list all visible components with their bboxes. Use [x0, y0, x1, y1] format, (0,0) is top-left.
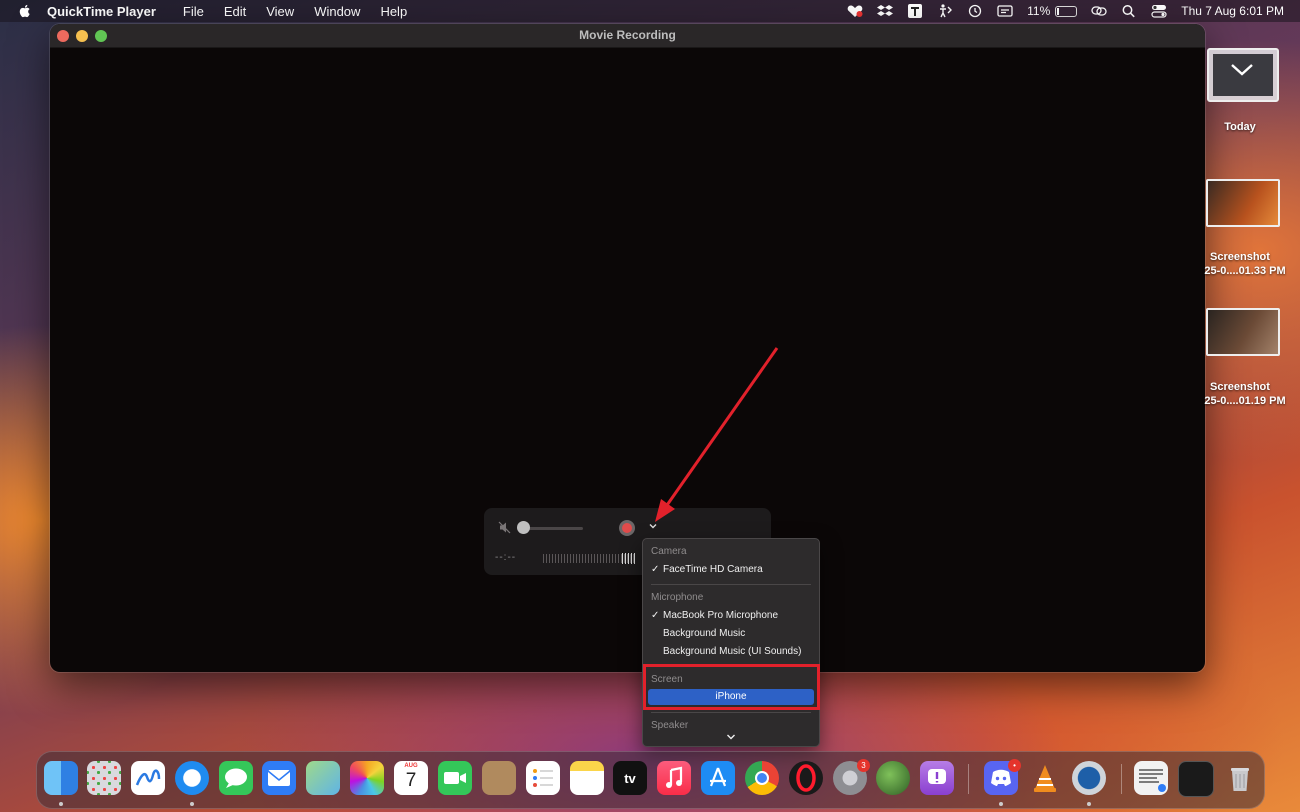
- audio-level-peak: [622, 553, 636, 564]
- checkmark-icon: ✓: [651, 564, 660, 575]
- app-store-icon[interactable]: [701, 761, 735, 795]
- checkmark-icon: ✓: [651, 610, 660, 621]
- battery-icon: [1055, 5, 1078, 17]
- menu-bar: QuickTime Player File Edit View Window H…: [0, 0, 1300, 22]
- contacts-icon[interactable]: [482, 761, 516, 795]
- battery-percent: 11%: [1027, 4, 1051, 18]
- freeform-icon[interactable]: [131, 761, 165, 795]
- tv-label: tv: [624, 771, 636, 786]
- discord-badge: •: [1008, 759, 1021, 772]
- mail-icon[interactable]: [262, 761, 296, 795]
- launchpad-icon[interactable]: [87, 761, 121, 795]
- apple-tv-icon[interactable]: tv: [613, 761, 647, 795]
- screenshot-name-line1: Screenshot: [1210, 381, 1270, 393]
- screenshot-name-line2: 25-0....01.33 PM: [1204, 265, 1286, 277]
- minimized-window-thumbnail[interactable]: [1178, 761, 1214, 797]
- calendar-day: 7: [405, 770, 417, 791]
- messages-icon[interactable]: [219, 761, 253, 795]
- calendar-icon[interactable]: AUG 7: [394, 761, 428, 795]
- screen-mirroring-icon[interactable]: [1091, 4, 1107, 18]
- preview-document-icon[interactable]: [1134, 761, 1168, 795]
- opera-icon[interactable]: [789, 761, 823, 795]
- running-indicator: [59, 802, 63, 806]
- menu-separator: [651, 712, 811, 713]
- desktop-stack-today[interactable]: [1207, 48, 1279, 102]
- volume-slider-track[interactable]: [523, 527, 583, 530]
- stack-label: Today: [1224, 121, 1256, 133]
- photos-icon[interactable]: [350, 761, 384, 795]
- running-indicator: [999, 802, 1003, 806]
- apple-menu-icon[interactable]: [17, 3, 33, 19]
- dropbox-icon[interactable]: [877, 4, 894, 18]
- notes-icon[interactable]: [570, 761, 604, 795]
- window-title: Movie Recording: [579, 28, 676, 42]
- vlc-icon[interactable]: [1028, 761, 1062, 795]
- menu-header-microphone: Microphone: [651, 592, 704, 603]
- menu-item-background-music[interactable]: Background Music: [663, 628, 745, 639]
- time-machine-icon[interactable]: [967, 4, 983, 18]
- mute-speaker-icon[interactable]: [498, 521, 511, 534]
- search-icon[interactable]: [1121, 4, 1137, 18]
- screenshot-name-line2: 25-0....01.19 PM: [1204, 395, 1286, 407]
- menu-edit[interactable]: Edit: [224, 4, 246, 19]
- app-menu[interactable]: QuickTime Player: [47, 4, 156, 19]
- record-button[interactable]: [619, 520, 635, 536]
- heart-status-icon[interactable]: [847, 4, 863, 18]
- recording-options-menu: Camera ✓ FaceTime HD Camera Microphone ✓…: [642, 538, 820, 747]
- battery-status[interactable]: 11%: [1027, 4, 1078, 18]
- dock-separator: [1121, 764, 1122, 794]
- menubar-clock[interactable]: Thu 7 Aug 6:01 PM: [1181, 4, 1284, 18]
- settings-badge: 3: [857, 759, 870, 772]
- menu-item-label: MacBook Pro Microphone: [663, 610, 779, 621]
- reminders-icon[interactable]: [526, 761, 560, 795]
- text-tool-icon[interactable]: [907, 4, 923, 18]
- menu-item-macbook-microphone[interactable]: ✓ MacBook Pro Microphone: [651, 610, 779, 621]
- finder-icon[interactable]: [44, 761, 78, 795]
- menu-help[interactable]: Help: [380, 4, 407, 19]
- music-icon[interactable]: [657, 761, 691, 795]
- feedback-assistant-icon[interactable]: [920, 761, 954, 795]
- menu-view[interactable]: View: [266, 4, 294, 19]
- screenshot-thumbnail[interactable]: [1206, 308, 1280, 356]
- options-chevron-icon[interactable]: [647, 520, 659, 532]
- menu-separator: [651, 584, 811, 585]
- menu-header-camera: Camera: [651, 546, 687, 557]
- accessibility-icon[interactable]: [937, 4, 953, 18]
- facetime-icon[interactable]: [438, 761, 472, 795]
- safari-icon[interactable]: [175, 761, 209, 795]
- screenshot-name-line1: Screenshot: [1210, 251, 1270, 263]
- menu-item-label: FaceTime HD Camera: [663, 564, 763, 575]
- trash-icon[interactable]: [1223, 761, 1257, 795]
- menu-window[interactable]: Window: [314, 4, 360, 19]
- volume-slider-knob[interactable]: [517, 521, 530, 534]
- maps-icon[interactable]: [306, 761, 340, 795]
- scroll-down-chevron-icon[interactable]: [726, 733, 736, 741]
- recording-time: --:--: [495, 552, 517, 563]
- chrome-icon[interactable]: [745, 761, 779, 795]
- menu-header-speaker: Speaker: [651, 720, 689, 731]
- movie-recording-window: Movie Recording --:--: [50, 24, 1205, 672]
- control-center-icon[interactable]: [1151, 4, 1167, 18]
- calendar-month: AUG: [404, 763, 418, 769]
- menu-item-background-music-ui[interactable]: Background Music (UI Sounds): [663, 646, 801, 657]
- window-titlebar[interactable]: Movie Recording: [50, 24, 1205, 48]
- menu-file[interactable]: File: [183, 4, 204, 19]
- quicktime-icon[interactable]: [1072, 761, 1106, 795]
- running-indicator: [1087, 802, 1091, 806]
- chevron-down-icon: [1231, 64, 1253, 76]
- annotation-highlight-box: [643, 664, 820, 710]
- dock-separator: [968, 764, 969, 794]
- display-icon[interactable]: [997, 4, 1013, 18]
- screenshot-thumbnail[interactable]: [1206, 179, 1280, 227]
- menu-item-facetime-camera[interactable]: ✓ FaceTime HD Camera: [651, 564, 763, 575]
- globe-app-icon[interactable]: [876, 761, 910, 795]
- running-indicator: [190, 802, 194, 806]
